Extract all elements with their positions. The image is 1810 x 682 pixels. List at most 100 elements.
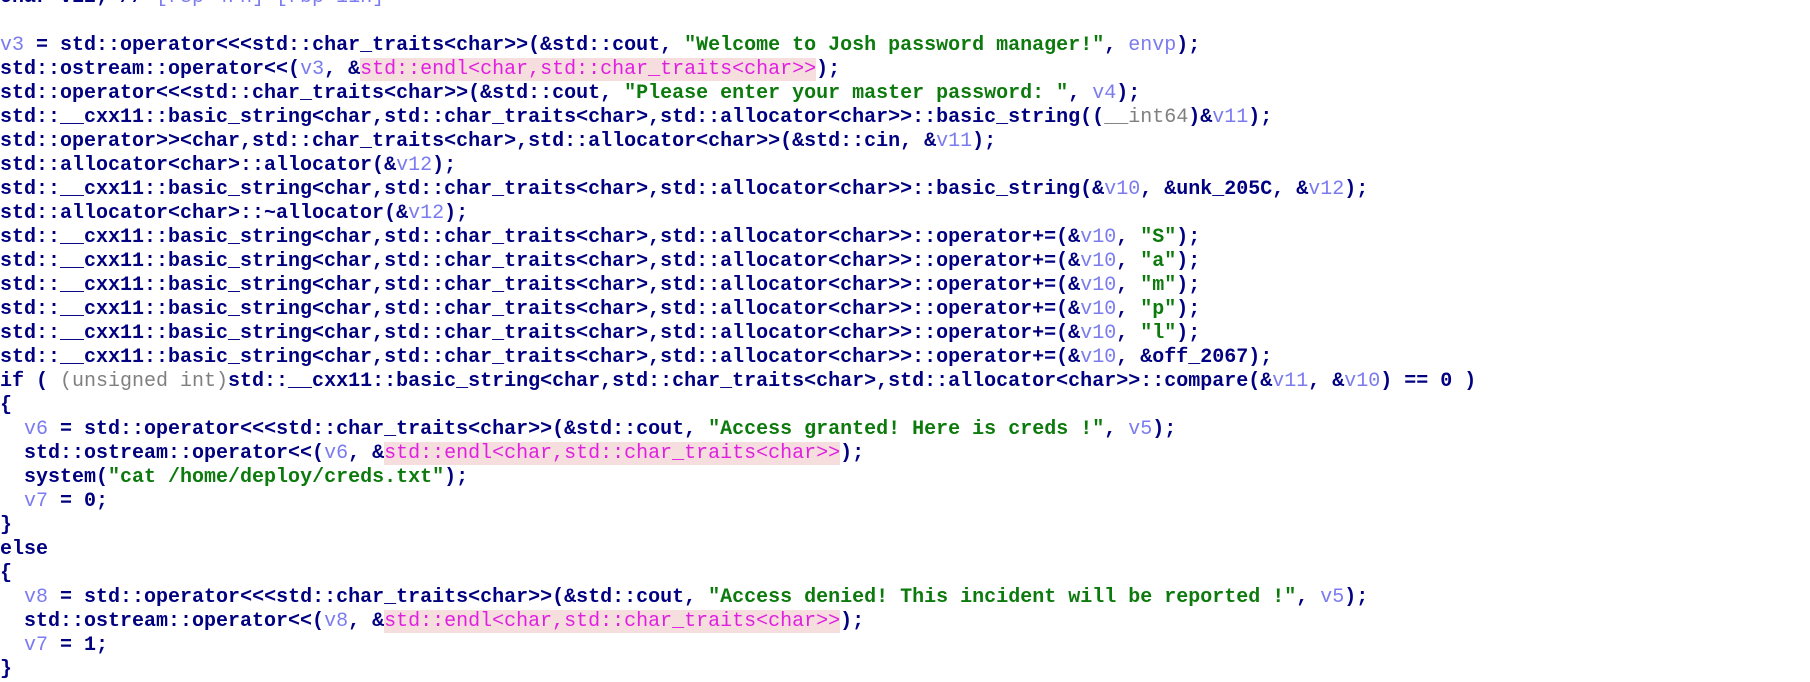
code-token: , & [324, 58, 361, 81]
code-line[interactable]: std::operator<<<std::char_traits<char>>(… [0, 82, 1810, 106]
code-token: ); [816, 58, 841, 81]
library-function-token: std::endl<char,std::char_traits<char>> [384, 442, 841, 465]
variable-token: v4 [1092, 82, 1117, 105]
code-token: std::__cxx11::basic_string<char,std::cha… [0, 106, 1105, 129]
code-token: std::__cxx11::basic_string<char,std::cha… [0, 346, 1081, 369]
code-token: ); [1176, 250, 1201, 273]
code-line[interactable]: v7 = 1; [0, 634, 1810, 658]
code-token: std::ostream::operator<<( [0, 610, 325, 633]
variable-token: v12 [1308, 178, 1345, 201]
variable-token: v5 [1128, 418, 1153, 441]
code-token: std::__cxx11::basic_string<char,std::cha… [0, 250, 1081, 273]
code-token: , &unk_205C, & [1140, 178, 1309, 201]
code-token: ); [1176, 298, 1201, 321]
code-token: = 1; [48, 634, 109, 657]
code-token: , [1116, 298, 1141, 321]
code-line[interactable]: std::__cxx11::basic_string<char,std::cha… [0, 346, 1810, 370]
code-token: , [1068, 82, 1093, 105]
code-line[interactable]: std::ostream::operator<<(v8, &std::endl<… [0, 610, 1810, 634]
variable-token: v10 [1080, 346, 1117, 369]
variable-token: v5 [1320, 586, 1345, 609]
code-token: , [1104, 34, 1129, 57]
variable-token: v7 [24, 490, 49, 513]
code-token: std::ostream::operator<<( [0, 58, 301, 81]
code-token: { [0, 394, 13, 417]
code-token: if ( [0, 370, 61, 393]
code-line[interactable]: v6 = std::operator<<<std::char_traits<ch… [0, 418, 1810, 442]
variable-token: [rsp+4Fh] [rbp-11h] [156, 0, 384, 9]
code-token: ); [840, 610, 865, 633]
code-token: ); [1116, 82, 1141, 105]
code-token: ); [444, 466, 469, 489]
code-token: = std::operator<<<std::char_traits<char>… [48, 418, 709, 441]
code-line[interactable]: std::__cxx11::basic_string<char,std::cha… [0, 250, 1810, 274]
code-line[interactable]: std::__cxx11::basic_string<char,std::cha… [0, 178, 1810, 202]
code-line[interactable]: } [0, 514, 1810, 538]
string-literal: "S" [1140, 226, 1177, 249]
variable-token: v8 [324, 610, 349, 633]
code-token: char v12; // [0, 0, 156, 9]
code-line[interactable]: std::ostream::operator<<(v6, &std::endl<… [0, 442, 1810, 466]
variable-token: v10 [1344, 370, 1381, 393]
variable-token: v10 [1080, 298, 1117, 321]
string-literal: "Access granted! Here is creds !" [708, 418, 1105, 441]
code-token: } [0, 514, 13, 537]
variable-token: v6 [324, 442, 349, 465]
library-function-token: std::endl<char,std::char_traits<char>> [360, 58, 817, 81]
code-token: , [1116, 274, 1141, 297]
code-token: , & [1308, 370, 1345, 393]
code-token: } [0, 658, 13, 681]
code-token: else [0, 538, 49, 561]
code-token: std::operator>><char,std::char_traits<ch… [0, 130, 937, 153]
code-line[interactable]: char v12; // [rsp+4Fh] [rbp-11h] [0, 0, 1810, 10]
code-line[interactable]: { [0, 394, 1810, 418]
code-line[interactable]: std::__cxx11::basic_string<char,std::cha… [0, 322, 1810, 346]
code-line[interactable]: std::__cxx11::basic_string<char,std::cha… [0, 298, 1810, 322]
code-line[interactable]: std::__cxx11::basic_string<char,std::cha… [0, 226, 1810, 250]
code-token: std::__cxx11::basic_string<char,std::cha… [228, 370, 1273, 393]
variable-token: v7 [24, 634, 49, 657]
variable-token: v10 [1080, 322, 1117, 345]
code-line[interactable]: std::__cxx11::basic_string<char,std::cha… [0, 274, 1810, 298]
type-cast-token: __int64 [1104, 106, 1189, 129]
code-line[interactable]: std::allocator<char>::~allocator(&v12); [0, 202, 1810, 226]
code-token: = std::operator<<<std::char_traits<char>… [24, 34, 685, 57]
code-line[interactable]: std::__cxx11::basic_string<char,std::cha… [0, 106, 1810, 130]
pseudocode-view[interactable]: char v12; // [rsp+4Fh] [rbp-11h] v3 = st… [0, 0, 1810, 682]
code-line[interactable]: v3 = std::operator<<<std::char_traits<ch… [0, 34, 1810, 58]
code-line[interactable]: system("cat /home/deploy/creds.txt"); [0, 466, 1810, 490]
code-line[interactable]: else [0, 538, 1810, 562]
code-line[interactable]: { [0, 562, 1810, 586]
code-token: , & [348, 610, 385, 633]
code-token: ); [1176, 226, 1201, 249]
code-token: , [1116, 226, 1141, 249]
code-token: system( [0, 466, 109, 489]
code-line[interactable]: std::allocator<char>::allocator(&v12); [0, 154, 1810, 178]
variable-token: v12 [396, 154, 433, 177]
code-token: std::__cxx11::basic_string<char,std::cha… [0, 298, 1081, 321]
code-line[interactable]: std::ostream::operator<<(v3, &std::endl<… [0, 58, 1810, 82]
code-line[interactable]: v8 = std::operator<<<std::char_traits<ch… [0, 586, 1810, 610]
code-token: ); [972, 130, 997, 153]
string-literal: "cat /home/deploy/creds.txt" [108, 466, 445, 489]
variable-token: v10 [1080, 226, 1117, 249]
code-token: )& [1188, 106, 1213, 129]
code-line[interactable] [0, 10, 1810, 34]
code-line[interactable]: if ( (unsigned int)std::__cxx11::basic_s… [0, 370, 1810, 394]
library-function-token: std::endl<char,std::char_traits<char>> [384, 610, 841, 633]
variable-token: v11 [1272, 370, 1309, 393]
string-literal: "a" [1140, 250, 1177, 273]
code-token: ); [1152, 418, 1177, 441]
code-line[interactable]: v7 = 0; [0, 490, 1810, 514]
code-token: std::__cxx11::basic_string<char,std::cha… [0, 226, 1081, 249]
string-literal: "l" [1140, 322, 1177, 345]
variable-token: v8 [24, 586, 49, 609]
string-literal: "Welcome to Josh password manager!" [684, 34, 1105, 57]
code-token: std::allocator<char>::~allocator(& [0, 202, 409, 225]
code-line[interactable]: std::operator>><char,std::char_traits<ch… [0, 130, 1810, 154]
code-token: std::__cxx11::basic_string<char,std::cha… [0, 322, 1081, 345]
